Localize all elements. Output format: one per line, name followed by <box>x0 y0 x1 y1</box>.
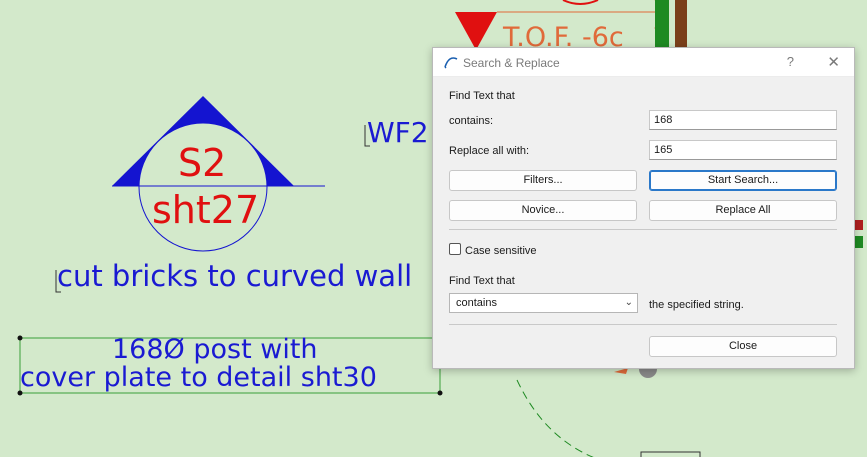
note-bricks: cut bricks to curved wall <box>57 259 413 293</box>
bracket-mark <box>640 451 701 457</box>
case-sensitive-label[interactable]: Case sensitive <box>465 245 537 257</box>
brown-column <box>675 0 687 48</box>
label-wf: WF2 <box>367 116 429 149</box>
separator-1 <box>449 229 837 230</box>
mode-suffix-label: the specified string. <box>649 299 744 311</box>
dashed-arc <box>516 379 594 457</box>
note-post-line2: cover plate to detail sht30 <box>20 362 377 393</box>
mode-select[interactable]: contains ⌄ <box>449 293 638 313</box>
start-search-button[interactable]: Start Search... <box>649 170 837 191</box>
mode-select-value: contains <box>456 297 497 309</box>
close-button[interactable]: Close <box>649 336 837 357</box>
section-marker-top-text: S2 <box>178 141 227 185</box>
novice-button[interactable]: Novice... <box>449 200 637 221</box>
find-text-heading: Find Text that <box>449 90 515 102</box>
search-replace-dialog: Search & Replace ? ✕ Find Text that cont… <box>432 47 855 369</box>
chevron-down-icon: ⌄ <box>624 297 633 308</box>
red-arc <box>562 0 599 5</box>
section-marker-bottom-text: sht27 <box>152 188 260 232</box>
find-text-heading-2: Find Text that <box>449 275 515 287</box>
case-sensitive-checkbox[interactable] <box>449 243 461 255</box>
separator-2 <box>449 324 837 325</box>
note-post-line1: 168Ø post with <box>112 334 318 365</box>
contains-label: contains: <box>449 115 494 127</box>
dialog-titlebar[interactable]: Search & Replace ? ✕ <box>433 48 854 77</box>
replace-label: Replace all with: <box>449 145 530 157</box>
replace-input[interactable]: 165 <box>649 140 837 160</box>
dialog-title: Search & Replace <box>463 56 560 70</box>
filters-button[interactable]: Filters... <box>449 170 637 191</box>
replace-all-button[interactable]: Replace All <box>649 200 837 221</box>
help-icon[interactable]: ? <box>787 54 794 69</box>
handle-br[interactable] <box>437 390 443 396</box>
contains-input[interactable]: 168 <box>649 110 837 130</box>
app-arc-icon <box>444 57 458 69</box>
close-icon[interactable]: ✕ <box>827 53 840 71</box>
green-column <box>655 0 669 48</box>
handle-tl[interactable] <box>17 335 23 341</box>
elevation-marker-triangle <box>455 12 497 50</box>
